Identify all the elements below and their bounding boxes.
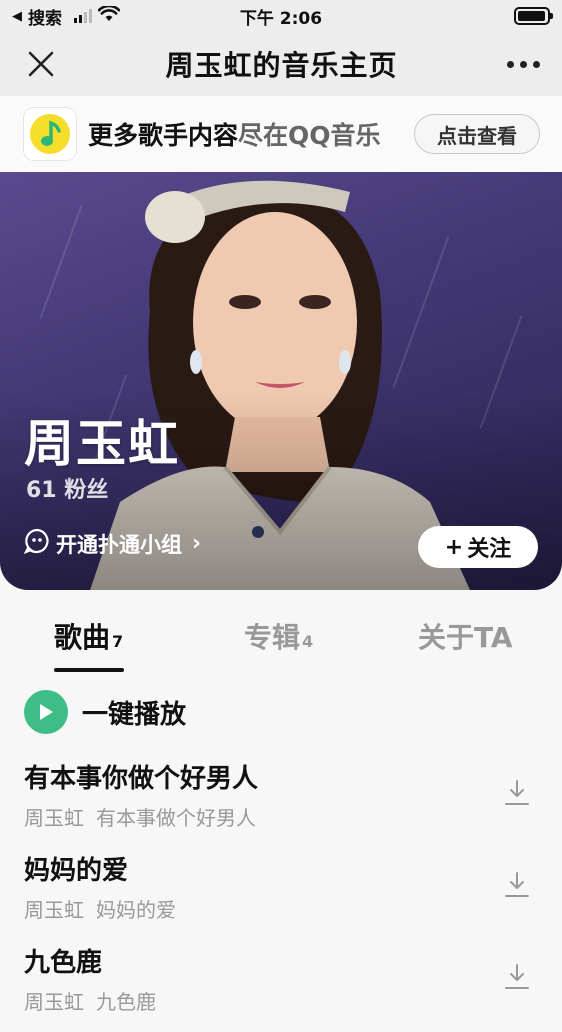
artist-hero: 周玉虹 61 粉丝 开通扑通小组 › + 关注 xyxy=(0,172,562,590)
artist-name: 周玉虹 xyxy=(24,415,180,473)
battery-icon xyxy=(514,7,553,25)
follow-label: 关注 xyxy=(467,537,512,562)
song-meta: 周玉虹 有本事做个好男人 xyxy=(24,806,256,830)
tab-about[interactable]: 关于TA xyxy=(418,616,513,656)
qq-music-logo xyxy=(24,108,76,160)
play-all-button[interactable]: 一键播放 xyxy=(24,690,186,734)
wifi-icon xyxy=(97,4,121,27)
page-title: 周玉虹的音乐主页 xyxy=(165,49,398,82)
download-icon[interactable] xyxy=(504,870,530,904)
nav-bar: 周玉虹的音乐主页 xyxy=(0,32,562,96)
tab-bar: 歌曲 7 专辑 4 关于TA xyxy=(0,598,562,672)
song-meta: 周玉虹 妈妈的爱 xyxy=(24,898,176,922)
group-link-label: 开通扑通小组 xyxy=(56,532,182,557)
open-group-link[interactable]: 开通扑通小组 › xyxy=(23,528,202,559)
song-title: 有本事你做个好男人 xyxy=(24,764,259,794)
song-title: 妈妈的爱 xyxy=(24,856,129,886)
fans-count: 61 粉丝 xyxy=(26,478,109,503)
back-triangle-icon: ◀ xyxy=(12,8,22,24)
song-title: 九色鹿 xyxy=(24,948,103,978)
plus-icon: + xyxy=(444,534,464,560)
status-time: 下午 2:06 xyxy=(239,8,323,29)
song-meta: 周玉虹 九色鹿 xyxy=(24,990,156,1014)
chevron-right-icon: › xyxy=(192,531,202,556)
battery-fill xyxy=(518,11,545,21)
qq-music-banner[interactable]: 更多歌手内容尽在QQ音乐 点击查看 xyxy=(0,96,562,172)
back-app-label: 搜索 xyxy=(28,8,62,29)
tab-albums[interactable]: 专辑 4 xyxy=(244,616,313,656)
tab-songs-count: 7 xyxy=(112,632,124,651)
download-icon[interactable] xyxy=(504,778,530,812)
follow-button[interactable]: + 关注 xyxy=(418,526,538,568)
signal-icon xyxy=(74,9,92,23)
song-row[interactable]: 有本事你做个好男人 周玉虹 有本事做个好男人 xyxy=(0,758,562,848)
banner-text-secondary: 尽在QQ音乐 xyxy=(238,121,381,150)
song-row[interactable]: 妈妈的爱 周玉虹 妈妈的爱 xyxy=(0,850,562,940)
play-all-label: 一键播放 xyxy=(82,699,187,730)
more-icon[interactable] xyxy=(506,60,540,68)
close-icon[interactable] xyxy=(26,49,56,79)
view-button[interactable]: 点击查看 xyxy=(414,114,540,154)
song-row[interactable]: 九色鹿 周玉虹 九色鹿 xyxy=(0,942,562,1032)
group-face-icon xyxy=(23,528,50,559)
play-icon xyxy=(24,690,68,734)
download-icon[interactable] xyxy=(504,962,530,996)
tab-songs[interactable]: 歌曲 7 xyxy=(54,616,125,672)
tab-albums-count: 4 xyxy=(302,632,314,651)
status-left[interactable]: ◀ 搜索 xyxy=(12,4,212,29)
banner-text-primary: 更多歌手内容 xyxy=(88,121,239,150)
status-bar: ◀ 搜索 下午 2:06 xyxy=(0,0,562,32)
